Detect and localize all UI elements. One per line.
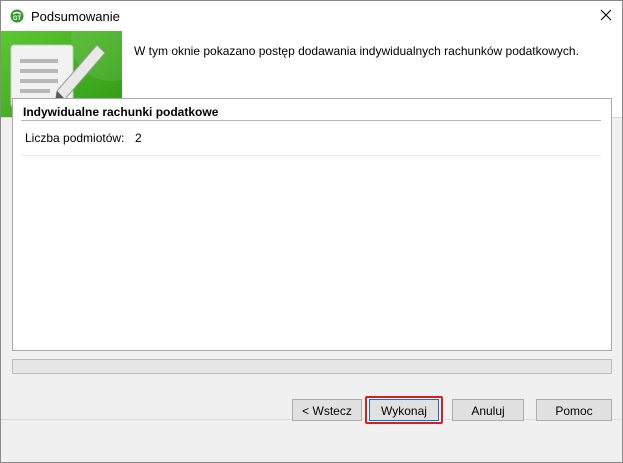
dialog-window: GT Podsumowanie W tym oknie pokazano pos… — [0, 0, 623, 463]
back-button[interactable]: < Wstecz — [292, 399, 362, 421]
close-button[interactable] — [589, 1, 622, 31]
cancel-button[interactable]: Anuluj — [452, 399, 524, 421]
window-title: Podsumowanie — [31, 9, 120, 24]
section-title: Indywidualne rachunki podatkowe — [23, 105, 219, 119]
title-bar: GT Podsumowanie — [1, 1, 622, 31]
entity-count-value: 2 — [135, 131, 142, 145]
app-logo-icon: GT — [10, 9, 24, 23]
execute-button[interactable]: Wykonaj — [369, 399, 439, 421]
header-description: W tym oknie pokazano postęp dodawania in… — [134, 44, 579, 58]
svg-text:GT: GT — [13, 16, 22, 22]
progress-bar — [12, 359, 612, 374]
entity-count-label: Liczba podmiotów: — [25, 131, 125, 145]
summary-panel: Indywidualne rachunki podatkowe Liczba p… — [12, 98, 612, 351]
section-divider — [21, 120, 601, 121]
close-icon — [600, 9, 612, 24]
help-button[interactable]: Pomoc — [536, 399, 612, 421]
row-divider — [21, 155, 601, 156]
